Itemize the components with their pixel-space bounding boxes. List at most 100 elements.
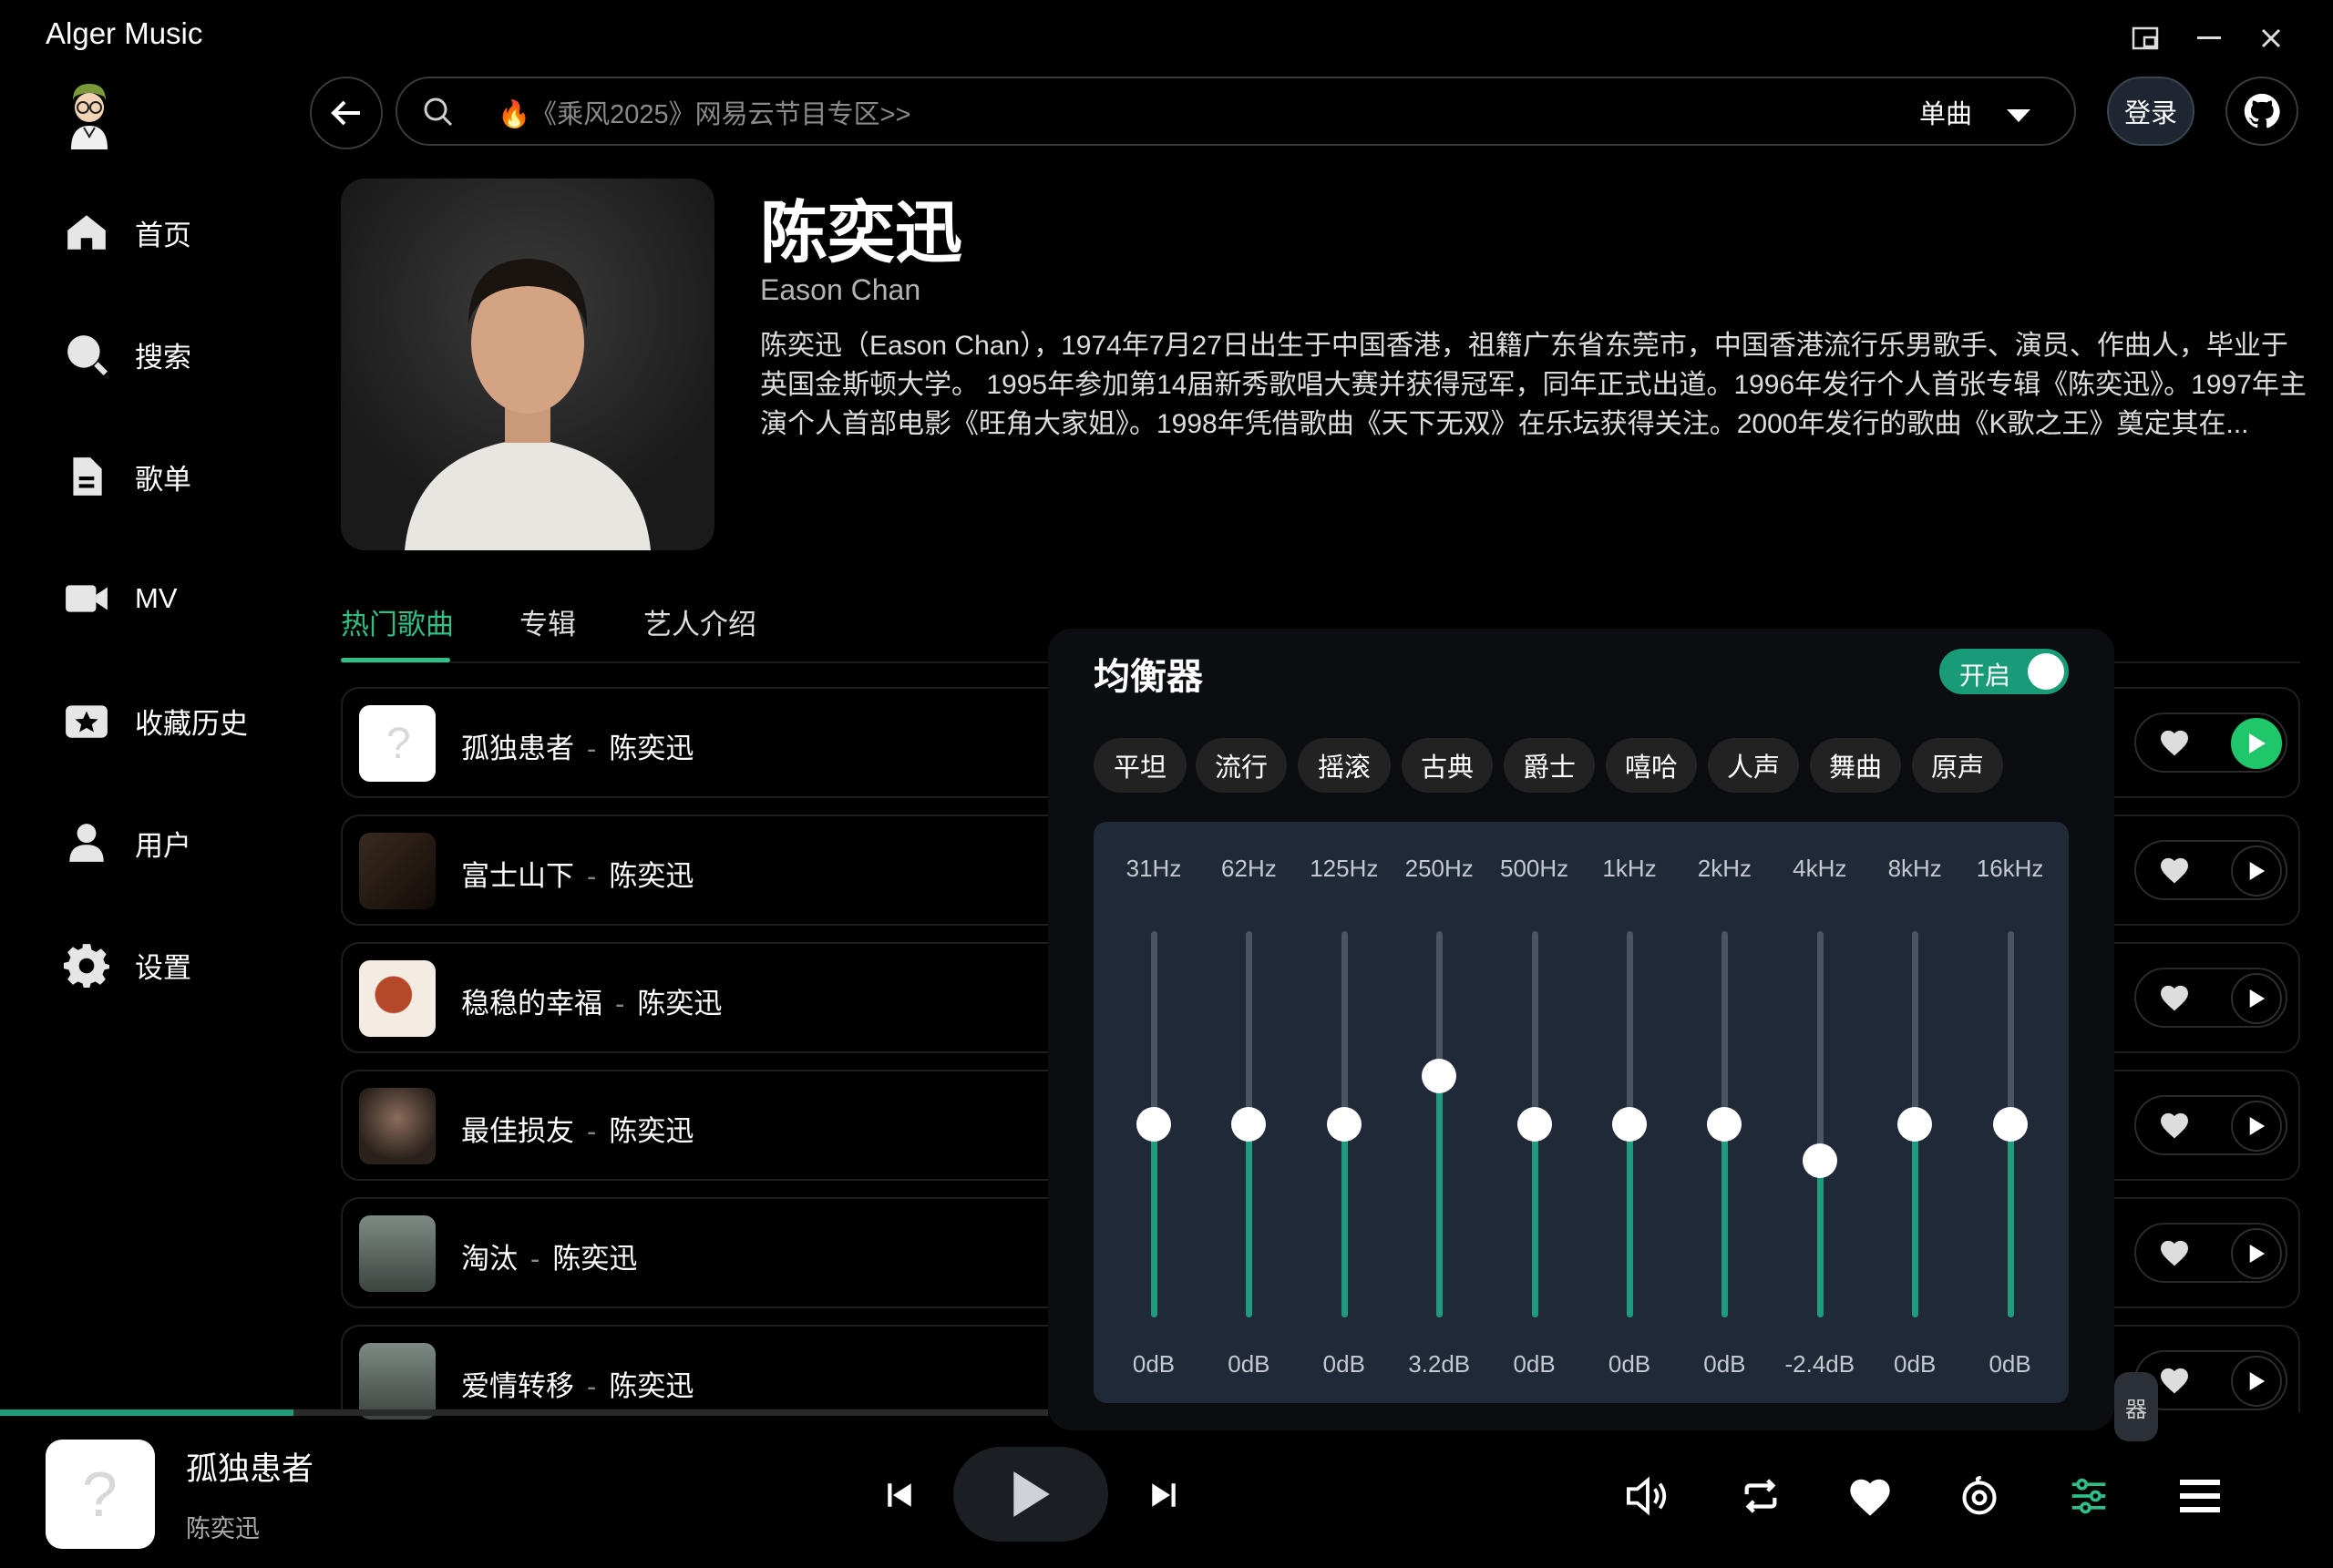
heart-icon[interactable] xyxy=(2158,1365,2191,1398)
band-gain-label: -2.4dB xyxy=(1784,1350,1855,1378)
github-button[interactable] xyxy=(2225,77,2298,146)
play-button[interactable] xyxy=(2231,718,2282,769)
preset-dance[interactable]: 舞曲 xyxy=(1810,738,1901,793)
equalizer-toggle[interactable]: 开启 xyxy=(1939,649,2069,694)
preset-rock[interactable]: 摇滚 xyxy=(1298,738,1391,793)
preset-classical[interactable]: 古典 xyxy=(1402,738,1493,793)
sidebar-item-label: MV xyxy=(135,582,178,614)
band-slider-handle[interactable] xyxy=(1326,1107,1362,1142)
playlist-menu-button[interactable] xyxy=(2174,1471,2225,1522)
tab-artist-intro[interactable]: 艺人介绍 xyxy=(643,601,756,642)
play-icon xyxy=(2249,1117,2266,1135)
tab-hot-songs[interactable]: 热门歌曲 xyxy=(341,601,454,642)
sidebar-item-user[interactable]: 用户 xyxy=(64,811,301,875)
play-button[interactable] xyxy=(2231,1228,2282,1279)
song-cover xyxy=(359,960,436,1037)
band-slider-fill xyxy=(1246,1124,1253,1317)
band-slider-fill xyxy=(1436,1076,1444,1317)
search-input[interactable]: 🔥《乘风2025》网易云节目专区>> xyxy=(498,93,911,131)
app-title: Alger Music xyxy=(46,16,203,50)
heart-icon[interactable] xyxy=(2158,1110,2191,1143)
back-button[interactable] xyxy=(310,77,383,149)
search-icon xyxy=(67,335,108,376)
artist-english-name: Eason Chan xyxy=(760,273,921,306)
play-icon xyxy=(2249,989,2266,1008)
sidebar-item-favorites[interactable]: 收藏历史 xyxy=(64,689,301,753)
sidebar-item-playlist[interactable]: 歌单 xyxy=(64,445,301,508)
now-playing-cover[interactable]: ? xyxy=(46,1440,155,1549)
separator: - xyxy=(587,860,597,892)
equalizer-toggle-label: 开启 xyxy=(1959,661,2011,690)
playlist-icon xyxy=(73,457,102,496)
now-playing-artist[interactable]: 陈奕迅 xyxy=(186,1509,260,1544)
netease-logo-icon xyxy=(1962,1476,1997,1515)
band-slider-fill xyxy=(1151,1124,1157,1317)
preset-flat[interactable]: 平坦 xyxy=(1094,738,1187,793)
play-pause-button[interactable] xyxy=(953,1447,1108,1542)
band-slider-handle[interactable] xyxy=(1802,1143,1837,1178)
search-icon xyxy=(424,97,453,127)
heart-icon[interactable] xyxy=(2158,982,2191,1015)
tab-albums[interactable]: 专辑 xyxy=(519,601,576,642)
song-artist[interactable]: 陈奕迅 xyxy=(609,733,694,764)
preset-vocal[interactable]: 人声 xyxy=(1708,738,1799,793)
mini-mode-icon[interactable] xyxy=(2125,18,2165,58)
band-slider-handle[interactable] xyxy=(1897,1107,1933,1142)
volume-button[interactable] xyxy=(1622,1471,1673,1522)
sidebar-item-label: 搜索 xyxy=(135,341,191,374)
close-icon[interactable] xyxy=(2251,18,2291,58)
band-slider-handle[interactable] xyxy=(1992,1107,2028,1142)
preset-acoustic[interactable]: 原声 xyxy=(1912,738,2003,793)
band-frequency-label: 250Hz xyxy=(1404,855,1474,882)
sidebar-item-settings[interactable]: 设置 xyxy=(64,933,301,997)
band-gain-label: 3.2dB xyxy=(1408,1350,1471,1378)
sidebar-item-mv[interactable]: MV xyxy=(64,567,301,630)
search-bar[interactable]: 🔥《乘风2025》网易云节目专区>> 单曲 xyxy=(396,77,2076,146)
preset-hiphop[interactable]: 嘻哈 xyxy=(1606,738,1697,793)
song-artist[interactable]: 陈奕迅 xyxy=(609,860,694,892)
side-tab[interactable]: 器 xyxy=(2114,1372,2158,1441)
preset-pop[interactable]: 流行 xyxy=(1196,738,1287,793)
equalizer-button[interactable] xyxy=(2063,1471,2114,1522)
band-gain-label: 0dB xyxy=(1322,1350,1365,1378)
song-label: 最佳损友 - 陈奕迅 xyxy=(461,1108,694,1149)
intelligent-mode-button[interactable] xyxy=(1954,1471,2005,1522)
heart-icon[interactable] xyxy=(2158,727,2191,760)
play-button[interactable] xyxy=(2231,1101,2282,1152)
preset-jazz[interactable]: 爵士 xyxy=(1504,738,1595,793)
minimize-icon[interactable] xyxy=(2189,18,2229,58)
play-button[interactable] xyxy=(2231,1356,2282,1407)
heart-icon[interactable] xyxy=(2158,1237,2191,1270)
song-cover xyxy=(359,833,436,909)
search-type-select[interactable]: 单曲 xyxy=(1919,93,2032,131)
sidebar-item-search[interactable]: 搜索 xyxy=(64,323,301,386)
band-frequency-label: 500Hz xyxy=(1500,855,1569,882)
previous-button[interactable] xyxy=(877,1472,922,1518)
song-title: 稳稳的幸福 xyxy=(461,988,602,1020)
repeat-button[interactable] xyxy=(1735,1471,1786,1522)
sidebar-item-home[interactable]: 首页 xyxy=(64,200,301,264)
play-button[interactable] xyxy=(2231,973,2282,1024)
artist-name: 陈奕迅 xyxy=(760,195,962,271)
band-slider-handle[interactable] xyxy=(1612,1107,1647,1142)
separator: - xyxy=(587,733,597,764)
play-button[interactable] xyxy=(2231,845,2282,897)
next-button[interactable] xyxy=(1141,1472,1187,1518)
song-artist[interactable]: 陈奕迅 xyxy=(609,1370,694,1402)
song-label: 孤独患者 - 陈奕迅 xyxy=(461,725,694,766)
login-button[interactable]: 登录 xyxy=(2107,77,2194,146)
video-icon xyxy=(66,585,108,612)
sidebar-item-label: 设置 xyxy=(135,951,191,984)
app-logo-avatar[interactable] xyxy=(64,80,115,149)
home-icon xyxy=(67,215,106,250)
like-button[interactable] xyxy=(1845,1471,1896,1522)
song-artist[interactable]: 陈奕迅 xyxy=(609,1115,694,1147)
band-slider-handle[interactable] xyxy=(1136,1107,1171,1142)
song-artist[interactable]: 陈奕迅 xyxy=(637,988,722,1020)
band-gain-label: 0dB xyxy=(1894,1350,1937,1378)
song-artist[interactable]: 陈奕迅 xyxy=(552,1243,637,1275)
progress-fill xyxy=(0,1409,294,1416)
sidebar-item-label: 歌单 xyxy=(135,463,191,496)
heart-icon[interactable] xyxy=(2158,855,2191,887)
band-slider-handle[interactable] xyxy=(1516,1107,1552,1142)
